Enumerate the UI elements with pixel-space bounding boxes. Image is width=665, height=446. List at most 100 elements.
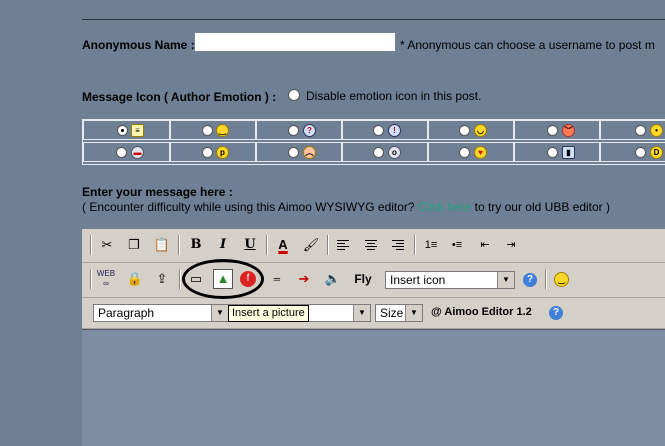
cool-face-icon: ◡ [474, 124, 487, 137]
align-center-icon[interactable] [361, 235, 381, 255]
emotion-radio-doc[interactable] [117, 125, 128, 136]
message-label: Enter your message here : [82, 185, 233, 199]
emoticon-picker-icon[interactable]: ‿ [554, 272, 569, 287]
bar-chart-icon: ▮ [562, 146, 575, 159]
emotion-cell-cool[interactable]: ◡ [428, 120, 514, 140]
toolbar-separator [414, 235, 416, 255]
emotion-radio-angry[interactable] [547, 125, 558, 136]
insert-icon-select[interactable]: Insert icon ▼ [385, 271, 515, 289]
bulleted-list-icon[interactable]: •≡ [447, 235, 467, 255]
upload-icon[interactable]: ⇪ [152, 269, 172, 289]
paragraph-format-select[interactable]: Paragraph ▼ [93, 304, 229, 322]
style-toolbar: Paragraph ▼ ▼ Size ▼ @ Aimoo Editor 1.2 … [82, 298, 665, 329]
font-size-select[interactable]: Size ▼ [375, 304, 423, 322]
emotion-radio-sad[interactable] [288, 147, 299, 158]
emotion-cell-angry[interactable]: ︶ [514, 120, 600, 140]
lock-icon[interactable]: 🔒 [125, 269, 145, 289]
insert-picture-tooltip: Insert a picture [228, 305, 309, 322]
indent-icon[interactable]: ⇥ [501, 235, 521, 255]
help-icon[interactable]: ? [523, 273, 537, 287]
emotion-radio-tongue[interactable] [202, 147, 213, 158]
old-editor-link[interactable]: Click here [418, 200, 471, 214]
bold-button[interactable]: B [186, 235, 206, 255]
emotion-cell-doc[interactable]: ≡ [83, 120, 170, 140]
shocked-face-icon: o [388, 146, 401, 159]
emotion-cell-chart[interactable]: ▮ [514, 142, 600, 162]
disable-emotion-radio[interactable] [288, 89, 300, 101]
outdent-icon[interactable]: ⇤ [475, 235, 495, 255]
anonymous-name-label: Anonymous Name : [82, 38, 195, 52]
emotion-cell-flag[interactable]: ▬ [83, 142, 170, 162]
message-editor-area[interactable] [82, 329, 665, 446]
angry-face-icon: ︶ [562, 124, 575, 137]
toolbar-separator [179, 269, 181, 289]
help-icon[interactable]: ? [549, 306, 563, 320]
horizontal-rule-icon[interactable]: ═ [267, 269, 287, 289]
numbered-list-icon[interactable]: 1≡ [421, 235, 441, 255]
editor-hint: ( Encounter difficulty while using this … [82, 200, 610, 214]
emotion-radio-idea[interactable] [635, 125, 646, 136]
tongue-face-icon: p [216, 146, 229, 159]
chevron-down-icon: ▼ [405, 305, 422, 321]
flag-icon: ▬ [131, 146, 144, 159]
emotion-cell-shock[interactable]: o [342, 142, 428, 162]
chevron-down-icon: ▼ [497, 272, 514, 288]
emotion-radio-grin[interactable] [635, 147, 646, 158]
chevron-down-icon: ▼ [211, 305, 228, 321]
emotion-cell-sad[interactable]: ︵ [256, 142, 342, 162]
insert-picture-icon[interactable]: ▲ [213, 269, 233, 289]
highlight-color-icon[interactable]: 🖌 [301, 235, 321, 255]
emotion-radio-question[interactable] [288, 125, 299, 136]
editor-hint-text: ( Encounter difficulty while using this … [82, 200, 418, 214]
document-icon: ≡ [131, 124, 144, 137]
cut-icon[interactable]: ✂ [97, 235, 117, 255]
web-link-icon[interactable]: WEB ∞ [96, 269, 116, 289]
align-right-icon[interactable] [388, 235, 408, 255]
question-icon: ? [303, 124, 316, 137]
paste-icon[interactable]: 📋 [152, 235, 172, 255]
toolbar-separator [266, 235, 268, 255]
toolbar-separator [90, 235, 92, 255]
font-color-icon[interactable]: A [273, 235, 293, 255]
italic-button[interactable]: I [213, 235, 233, 255]
toolbar-separator [327, 235, 329, 255]
emotion-radio-exclaim[interactable] [373, 125, 384, 136]
emotion-cell-tongue[interactable]: p [170, 142, 256, 162]
anonymous-name-input[interactable] [194, 32, 396, 52]
flash-media-icon[interactable]: f [240, 271, 256, 287]
emotion-cell-grin[interactable]: D [600, 142, 665, 162]
insert-table-icon[interactable]: ▭ [186, 269, 206, 289]
exclamation-icon: ! [388, 124, 401, 137]
smile-icon: ‿ [216, 124, 229, 137]
emotion-cell-question[interactable]: ? [256, 120, 342, 140]
love-face-icon: ♥ [474, 146, 487, 159]
insert-arrow-icon[interactable]: ➔ [294, 269, 314, 289]
emotion-cell-exclaim[interactable]: ! [342, 120, 428, 140]
editor-brand-label: @ Aimoo Editor 1.2 [431, 306, 532, 318]
emotion-radio-cool[interactable] [459, 125, 470, 136]
emotion-radio-smile[interactable] [202, 125, 213, 136]
disable-emotion-label: Disable emotion icon in this post. [306, 89, 482, 103]
emotion-cell-idea[interactable]: • [600, 120, 665, 140]
paragraph-format-value: Paragraph [98, 306, 155, 320]
fly-button[interactable]: Fly [352, 269, 374, 289]
toolbar-separator [545, 269, 547, 289]
emotion-cell-love[interactable]: ♥ [428, 142, 514, 162]
toolbar-separator [90, 269, 92, 289]
emotion-radio-flag[interactable] [116, 147, 127, 158]
emotion-cell-smile[interactable]: ‿ [170, 120, 256, 140]
sound-icon[interactable]: 🔈 [323, 269, 343, 289]
formatting-toolbar: ✂ ❐ 📋 B I U A 🖌 1≡ •≡ ⇤ ⇥ [82, 229, 665, 263]
insert-icon-value: Insert icon [390, 273, 446, 287]
emotion-radio-shock[interactable] [373, 147, 384, 158]
underline-button[interactable]: U [240, 235, 260, 255]
copy-icon[interactable]: ❐ [124, 235, 144, 255]
anonymous-name-note: * Anonymous can choose a username to pos… [400, 38, 655, 52]
insert-toolbar: WEB ∞ 🔒 ⇪ ▭ ▲ f ═ ➔ 🔈 Fly Insert icon ▼ ?… [82, 263, 665, 298]
emotion-icon-table: ≡ ‿ ? ! ◡ ︶ • ▬ p ︵ o ♥ ▮ D [82, 119, 665, 165]
emotion-radio-love[interactable] [459, 147, 470, 158]
align-left-icon[interactable] [333, 235, 353, 255]
message-icon-label: Message Icon ( Author Emotion ) : [82, 90, 277, 104]
emotion-radio-chart[interactable] [547, 147, 558, 158]
chevron-down-icon: ▼ [353, 305, 370, 321]
